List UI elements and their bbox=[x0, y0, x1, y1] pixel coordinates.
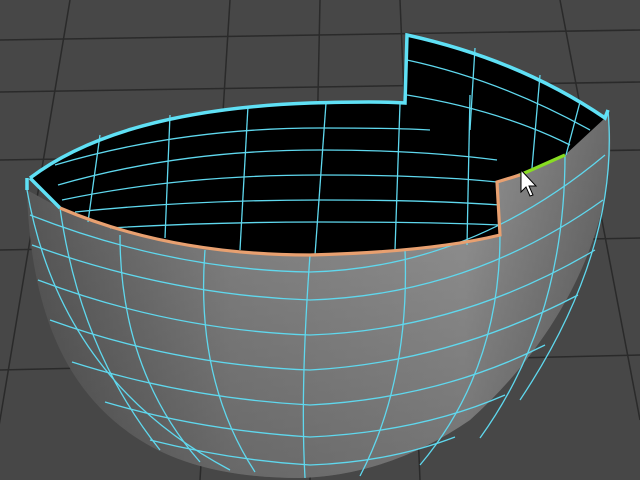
3d-viewport[interactable] bbox=[0, 0, 640, 480]
viewport-scene[interactable] bbox=[0, 0, 640, 480]
